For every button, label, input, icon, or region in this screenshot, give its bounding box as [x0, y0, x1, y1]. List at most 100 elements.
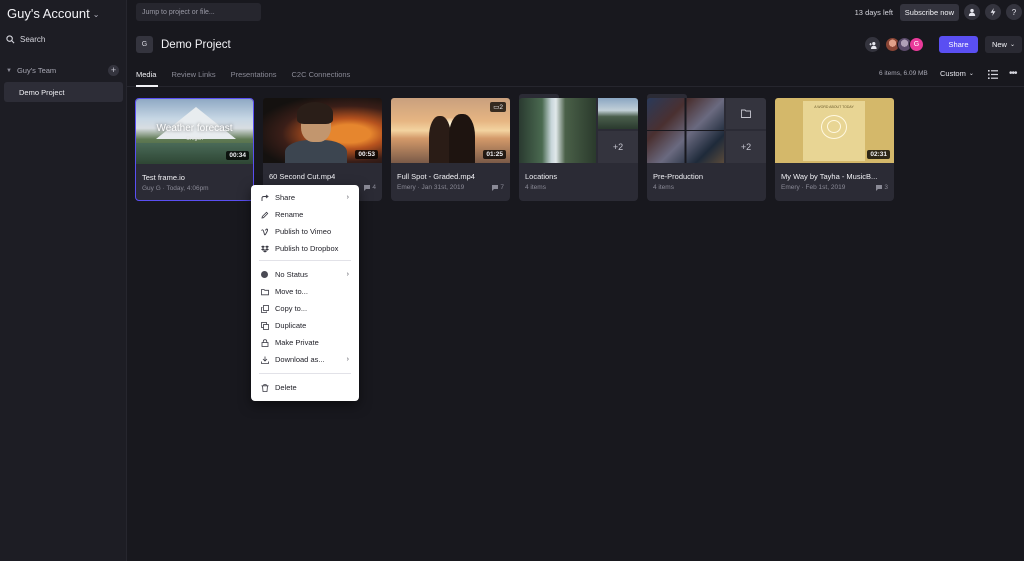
comment-icon — [364, 184, 371, 191]
help-button[interactable]: ? — [1006, 4, 1022, 20]
profile-button[interactable] — [964, 4, 980, 20]
collaborators: G — [865, 37, 924, 52]
menu-item-status[interactable]: No Status › — [251, 267, 359, 282]
menu-item-copy[interactable]: Copy to... — [251, 301, 359, 316]
help-icon: ? — [1011, 7, 1017, 17]
account-switcher[interactable]: Guy's Account ⌄ — [7, 6, 99, 21]
menu-item-share[interactable]: Share › — [251, 190, 359, 205]
trial-days-left: 13 days left — [854, 8, 893, 17]
chevron-right-icon: › — [346, 356, 349, 363]
asset-name: Test frame.io — [142, 173, 185, 182]
menu-item-duplicate[interactable]: Duplicate — [251, 318, 359, 333]
search-icon — [6, 35, 15, 44]
chevron-right-icon: › — [346, 194, 349, 201]
folder-icon — [726, 98, 766, 129]
folder-preview: +2 — [519, 98, 638, 163]
comment-icon — [876, 184, 883, 191]
version-badge: ▭2 — [490, 102, 506, 112]
folder-name: Locations — [525, 172, 558, 181]
comment-icon — [492, 184, 499, 191]
asset-meta: Guy G · Today, 4:06pm — [142, 185, 209, 192]
thumbnail-title: Weather forecast — [156, 123, 233, 134]
divider — [259, 373, 351, 374]
duration-badge: 01:25 — [483, 150, 506, 159]
video-thumbnail: 00:53 — [263, 98, 382, 163]
sort-dropdown[interactable]: Custom ⌄ — [940, 69, 974, 78]
asset-card[interactable]: A WORD ABOUT TODAY 02:31 My Way by Tayha… — [775, 98, 894, 201]
tab-presentations[interactable]: Presentations — [231, 70, 277, 79]
duplicate-icon — [260, 321, 269, 330]
tab-media[interactable]: Media — [136, 70, 156, 79]
folder-card[interactable]: +2 Pre-Production 4 items — [647, 94, 766, 201]
jump-to-input[interactable]: Jump to project or file... — [136, 3, 261, 21]
project-icon: G — [136, 36, 153, 53]
more-items-count: +2 — [726, 131, 766, 163]
sidebar-search[interactable]: Search — [6, 35, 45, 44]
thumbnail-subtitle: Oregon — [186, 136, 203, 142]
team-name: Guy's Team — [16, 66, 57, 75]
menu-item-move[interactable]: Move to... — [251, 284, 359, 299]
duration-badge: 00:34 — [226, 151, 249, 160]
add-collaborator-button[interactable] — [865, 37, 880, 52]
menu-item-rename[interactable]: Rename — [251, 207, 359, 222]
tab-c2c-connections[interactable]: C2C Connections — [292, 70, 351, 79]
account-name: Guy's Account — [7, 6, 90, 21]
topbar: Jump to project or file... 13 days left … — [127, 0, 1024, 26]
more-items-count: +2 — [598, 131, 638, 163]
chevron-down-icon: ⌄ — [1009, 42, 1016, 48]
list-view-icon[interactable] — [988, 70, 998, 79]
download-icon — [260, 356, 269, 364]
folder-card[interactable]: +2 Locations 4 items — [519, 94, 638, 201]
sidebar-item-demo-project[interactable]: Demo Project — [4, 82, 123, 102]
copy-icon — [260, 304, 269, 313]
comment-count: 7 — [492, 184, 504, 191]
folder-preview: +2 — [647, 98, 766, 163]
new-button[interactable]: New ⌄ — [985, 36, 1022, 53]
menu-item-delete[interactable]: Delete — [251, 380, 359, 395]
tab-bar: Media Review Links Presentations C2C Con… — [136, 70, 365, 79]
page-title: Demo Project — [161, 38, 231, 51]
pencil-icon — [260, 211, 268, 219]
jump-placeholder: Jump to project or file... — [142, 8, 215, 16]
share-icon — [261, 194, 269, 201]
tab-review-links[interactable]: Review Links — [171, 70, 215, 79]
asset-card[interactable]: ▭2 01:25 Full Spot - Graded.mp4 Emery · … — [391, 98, 510, 201]
duration-badge: 02:31 — [867, 150, 890, 159]
menu-item-publish-dropbox[interactable]: Publish to Dropbox — [251, 241, 359, 256]
user-icon — [968, 8, 976, 16]
lightning-icon — [990, 8, 996, 16]
subscribe-label: Subscribe now — [904, 8, 954, 17]
video-thumbnail: ▭2 01:25 — [391, 98, 510, 163]
caret-down-icon: ▼ — [6, 67, 12, 74]
search-label: Search — [20, 35, 46, 44]
menu-item-make-private[interactable]: Make Private — [251, 335, 359, 350]
add-project-button[interactable]: + — [108, 65, 119, 76]
project-header: G Demo Project — [136, 36, 231, 53]
thumbnail-text: A WORD ABOUT TODAY — [814, 105, 854, 109]
sidebar: Guy's Account ⌄ Search ▼ Guy's Team + De… — [0, 0, 127, 561]
chevron-right-icon: › — [346, 271, 349, 278]
asset-meta: Emery · Jan 31st, 2019 — [397, 184, 465, 191]
share-button[interactable]: Share — [939, 36, 978, 53]
subscribe-button[interactable]: Subscribe now — [899, 4, 959, 21]
folder-meta: 4 items — [653, 184, 674, 191]
folder-meta: 4 items — [525, 184, 546, 191]
duration-badge: 00:53 — [355, 150, 378, 159]
notifications-button[interactable] — [985, 4, 1001, 20]
avatar[interactable]: G — [909, 37, 924, 52]
move-folder-icon — [260, 288, 269, 295]
trash-icon — [261, 383, 268, 392]
asset-name: My Way by Tayha - MusicB... — [781, 172, 878, 181]
team-header[interactable]: ▼ Guy's Team + — [6, 65, 119, 76]
chevron-down-icon: ⌄ — [92, 10, 100, 19]
folder-name: Pre-Production — [653, 172, 704, 181]
sidebar-item-label: Demo Project — [19, 87, 65, 97]
app: Guy's Account ⌄ Search ▼ Guy's Team + De… — [0, 0, 1024, 561]
menu-item-download[interactable]: Download as... › — [251, 352, 359, 367]
active-tab-indicator — [136, 85, 158, 87]
menu-item-publish-vimeo[interactable]: Publish to Vimeo — [251, 224, 359, 239]
status-dot-icon — [261, 271, 268, 278]
asset-name: Full Spot - Graded.mp4 — [397, 172, 475, 181]
asset-card[interactable]: Weather forecast Oregon 00:34 Test frame… — [135, 98, 254, 201]
more-options-icon[interactable]: ••• — [1009, 69, 1017, 79]
